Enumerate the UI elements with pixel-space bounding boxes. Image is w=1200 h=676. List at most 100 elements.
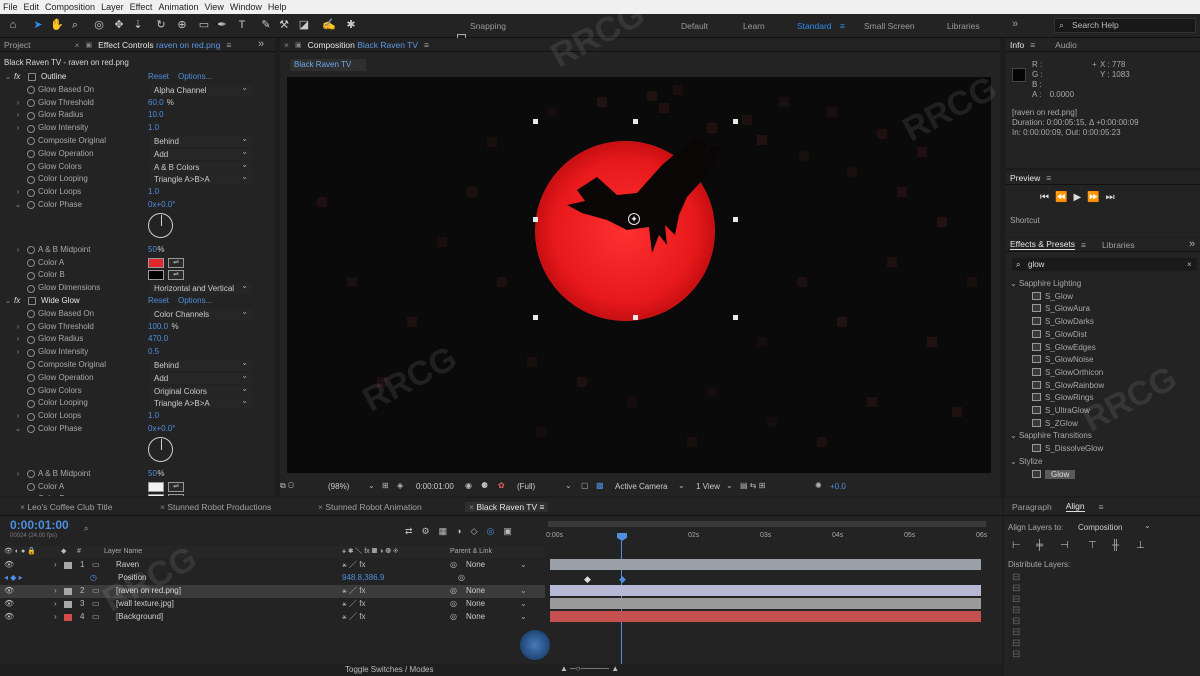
tab-preview[interactable]: Preview bbox=[1010, 173, 1040, 183]
layer-name[interactable]: [wall texture.jpg] bbox=[116, 598, 174, 611]
pick-whip-icon[interactable]: ◎ bbox=[450, 611, 457, 624]
first-frame-icon[interactable]: ⏮ bbox=[1040, 192, 1055, 203]
reset-link[interactable]: Reset bbox=[148, 71, 169, 84]
preset-item[interactable]: S_UltraGlow bbox=[1032, 405, 1090, 418]
close-comp-icon[interactable]: × bbox=[284, 40, 289, 50]
expand-arrow-icon[interactable]: › bbox=[14, 186, 22, 199]
property-dropdown[interactable]: Behind bbox=[150, 357, 252, 371]
chart-icon[interactable]: ▣ bbox=[503, 526, 521, 536]
layer-switches[interactable]: ⚹ ／ fx bbox=[342, 559, 365, 572]
region-of-interest-icon[interactable]: ▢ bbox=[581, 481, 589, 490]
preview-menu-icon[interactable]: ≡ bbox=[1046, 173, 1051, 183]
transform-handle[interactable] bbox=[533, 315, 538, 320]
info-menu-icon[interactable]: ≡ bbox=[1030, 40, 1035, 50]
camera-select[interactable]: Active Camera bbox=[615, 482, 667, 491]
transparency-grid-icon[interactable]: ▩ bbox=[596, 481, 604, 490]
stopwatch-icon[interactable] bbox=[27, 86, 35, 95]
parent-select[interactable]: None bbox=[466, 598, 485, 611]
property-value[interactable]: 470.0 bbox=[148, 333, 168, 346]
view-chevron-icon[interactable]: ⌄ bbox=[726, 481, 733, 490]
draft-3d-icon[interactable]: ⚙ bbox=[422, 526, 439, 536]
stopwatch-icon[interactable] bbox=[27, 188, 35, 197]
color-swatch[interactable] bbox=[148, 257, 164, 268]
menu-effect[interactable]: Effect bbox=[130, 2, 153, 12]
menu-composition[interactable]: Composition bbox=[45, 2, 95, 12]
expand-arrow-icon[interactable]: › bbox=[14, 410, 22, 423]
group-chevron-icon[interactable]: ⌄ bbox=[1010, 457, 1019, 466]
effect-toggle-icon[interactable] bbox=[28, 73, 36, 82]
layer-name[interactable]: [Background] bbox=[116, 611, 163, 624]
stopwatch-icon[interactable] bbox=[27, 361, 35, 370]
show-snapshot-icon[interactable]: ⚈ bbox=[481, 481, 488, 490]
fx-icon[interactable]: fx bbox=[14, 71, 20, 84]
preset-group[interactable]: ⌄ Stylize bbox=[1010, 456, 1043, 469]
effects-menu-icon[interactable]: ≡ bbox=[1081, 240, 1086, 250]
expand-arrow-icon[interactable]: › bbox=[14, 97, 22, 110]
preset-item[interactable]: S_Glow bbox=[1032, 291, 1073, 304]
eyedropper-icon[interactable]: ⇌ bbox=[168, 257, 184, 268]
timeline-tab[interactable]: × Black Raven TV ≡ bbox=[465, 502, 549, 512]
parent-chevron-icon[interactable]: ⌄ bbox=[520, 585, 527, 598]
property-value[interactable]: 1.0 bbox=[148, 122, 159, 135]
anchor-tool-icon[interactable]: ⊕ bbox=[175, 18, 189, 32]
color-swatch[interactable] bbox=[148, 481, 164, 492]
tab-audio[interactable]: Audio bbox=[1055, 40, 1077, 50]
zoom-select[interactable]: (98%) bbox=[328, 482, 349, 491]
eyedropper-icon[interactable]: ⇌ bbox=[168, 481, 184, 492]
viewer-tab[interactable]: Black Raven TV bbox=[290, 59, 366, 71]
preset-item[interactable]: S_GlowNoise bbox=[1032, 354, 1093, 367]
toggle-switches-modes[interactable]: Toggle Switches / Modes bbox=[345, 665, 434, 674]
color-phase-dial[interactable] bbox=[148, 436, 173, 462]
options-link[interactable]: Options... bbox=[178, 295, 212, 308]
workspace-menu-icon[interactable]: ≡ bbox=[840, 21, 845, 31]
layer-row[interactable]: 👁 › 4 ▭ [Background] ⚹ ／ fx ◎ None ⌄ bbox=[0, 611, 545, 624]
workspace-learn[interactable]: Learn bbox=[743, 21, 765, 31]
stopwatch-icon[interactable] bbox=[27, 425, 35, 434]
pick-whip-icon[interactable]: ◎ bbox=[450, 559, 457, 572]
stopwatch-icon[interactable] bbox=[27, 246, 35, 255]
camera-chevron-icon[interactable]: ⌄ bbox=[678, 481, 685, 490]
reset-link[interactable]: Reset bbox=[148, 295, 169, 308]
layer-switches[interactable]: ⚹ ／ fx bbox=[342, 598, 365, 611]
timeline-timecode[interactable]: 0:00:01:00 bbox=[10, 518, 69, 532]
preset-group[interactable]: ⌄ Sapphire Lighting bbox=[1010, 278, 1081, 291]
layer-duration-bar[interactable] bbox=[550, 598, 981, 609]
property-value[interactable]: 50 bbox=[148, 468, 157, 481]
menu-help[interactable]: Help bbox=[268, 2, 287, 12]
type-tool-icon[interactable]: T bbox=[235, 18, 249, 32]
stopwatch-icon[interactable] bbox=[27, 98, 35, 107]
transform-handle[interactable] bbox=[633, 315, 638, 320]
group-chevron-icon[interactable]: ⌄ bbox=[1010, 279, 1019, 288]
eyedropper-icon[interactable]: ⇌ bbox=[168, 494, 184, 496]
zoom-tool-icon[interactable]: ⌕ bbox=[68, 18, 82, 32]
home-icon[interactable]: ⌂ bbox=[6, 18, 20, 32]
expand-chevron-icon[interactable]: ⌄ bbox=[4, 295, 12, 308]
property-dropdown[interactable]: A & B Colors bbox=[150, 159, 252, 173]
layer-expand-chevron-icon[interactable]: › bbox=[54, 611, 57, 624]
workspace-default[interactable]: Default bbox=[681, 21, 708, 31]
preset-item[interactable]: S_GlowRings bbox=[1032, 392, 1093, 405]
next-frame-icon[interactable]: ⏩ bbox=[1087, 192, 1105, 203]
align-left-icon[interactable]: ⊢ bbox=[1012, 540, 1023, 551]
layer-switches[interactable]: ⚹ ／ fx bbox=[342, 585, 365, 598]
parent-select[interactable]: None bbox=[466, 611, 485, 624]
workspace-small-screen[interactable]: Small Screen bbox=[864, 21, 915, 31]
preset-item[interactable]: S_ZGlow bbox=[1032, 418, 1078, 431]
roto-brush-icon[interactable]: ✍ bbox=[322, 18, 336, 32]
transform-handle[interactable] bbox=[733, 315, 738, 320]
comp-lock-icon[interactable]: ▣ bbox=[295, 41, 302, 49]
expand-arrow-icon[interactable]: › bbox=[14, 468, 22, 481]
eyedropper-icon[interactable]: ⇌ bbox=[168, 270, 184, 281]
parent-link-header[interactable]: Parent & Link bbox=[450, 546, 492, 558]
rectangle-tool-icon[interactable]: ▭ bbox=[197, 18, 211, 32]
exposure-reset-icon[interactable]: ✺ bbox=[815, 481, 822, 490]
pan-tool-icon[interactable]: ✥ bbox=[112, 18, 126, 32]
property-dropdown[interactable]: Add bbox=[150, 146, 252, 160]
keyframe-icon[interactable]: ◆ bbox=[584, 574, 591, 585]
hand-tool-icon[interactable]: ✋ bbox=[50, 18, 64, 32]
layer-row[interactable]: 👁 › 3 ▭ [wall texture.jpg] ⚹ ／ fx ◎ None ⌄ bbox=[0, 598, 545, 611]
pick-whip-icon[interactable]: ◎ bbox=[450, 585, 457, 598]
timeline-tab[interactable]: × Stunned Robot Productions bbox=[160, 502, 271, 512]
tab-paragraph[interactable]: Paragraph bbox=[1012, 502, 1052, 512]
visibility-eye-icon[interactable]: 👁 bbox=[4, 559, 14, 572]
